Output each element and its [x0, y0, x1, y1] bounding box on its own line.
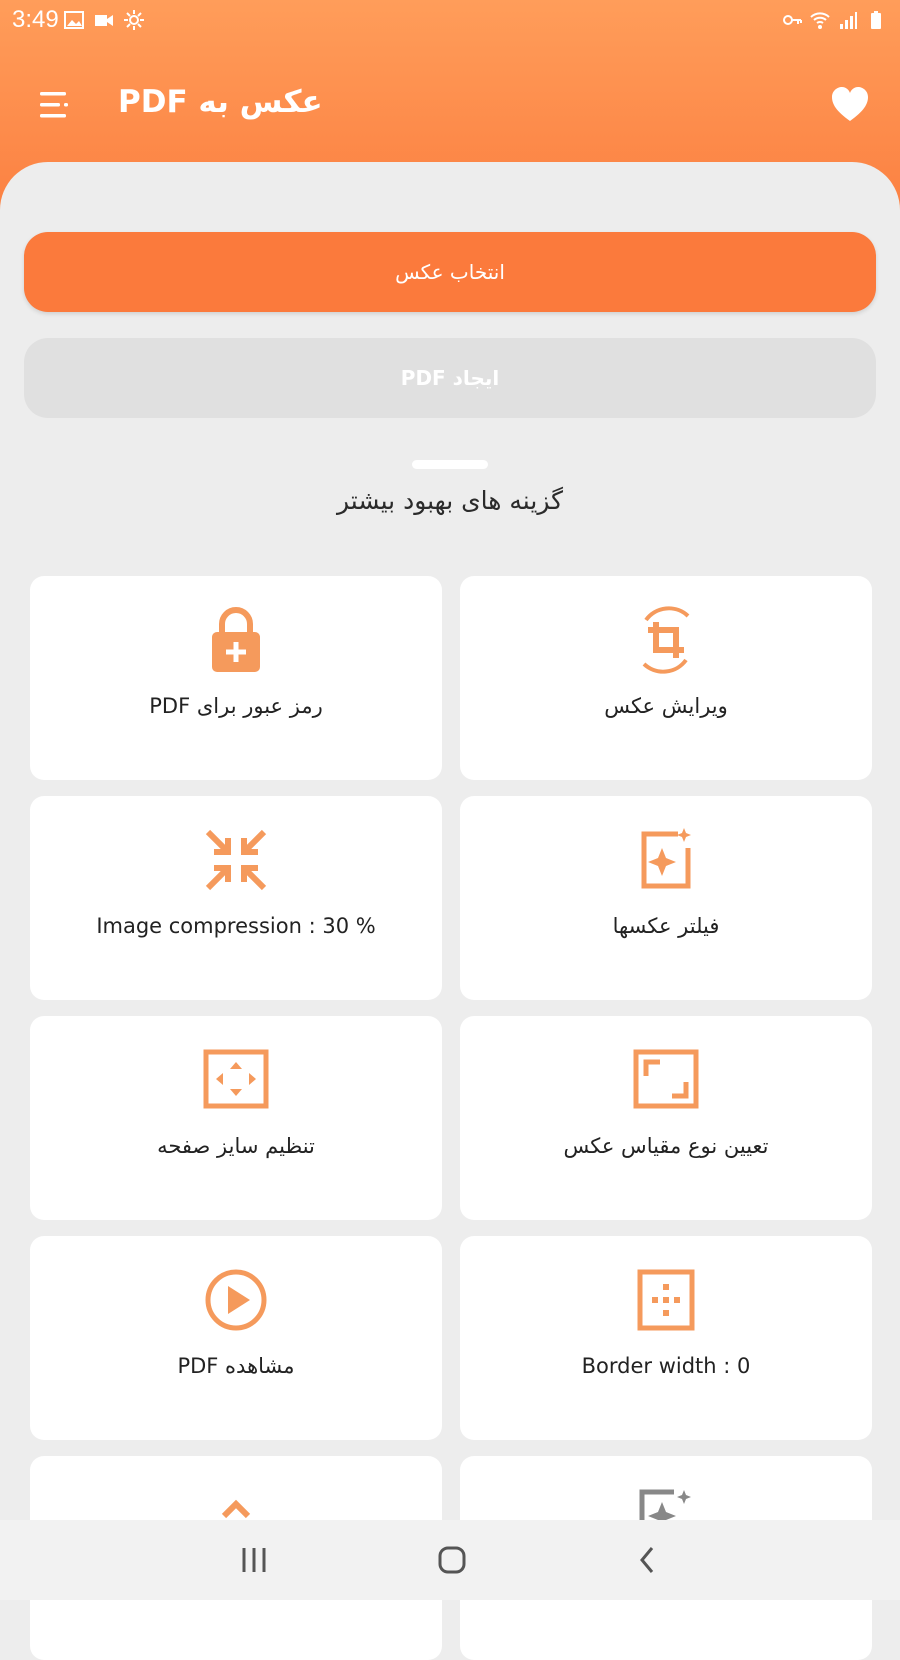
home-icon[interactable] [430, 1538, 474, 1582]
app-toolbar: عکس به PDF [0, 70, 900, 140]
back-icon[interactable] [626, 1538, 670, 1582]
heart-icon [832, 87, 868, 121]
play-circle-icon [205, 1269, 267, 1331]
compress-arrows-icon [205, 829, 267, 891]
drag-handle[interactable] [412, 460, 488, 469]
menu-button[interactable] [36, 88, 76, 122]
password-pdf-card[interactable]: رمز عبور برای PDF [30, 576, 442, 780]
menu-icon [40, 92, 68, 118]
app-title: عکس به PDF [118, 84, 323, 120]
system-nav-bar [0, 1520, 900, 1600]
select-photo-button[interactable]: انتخاب عکس [24, 232, 876, 312]
photo-scale-card[interactable]: تعیین نوع مقیاس عکس [460, 1016, 872, 1220]
crop-rotate-icon [642, 606, 690, 674]
status-time: 3:49 [12, 6, 59, 33]
image-compression-card[interactable]: Image compression : 30 % [30, 796, 442, 1000]
edit-photo-label: ویرایش عکس [604, 694, 728, 718]
edit-photo-card[interactable]: ویرایش عکس [460, 576, 872, 780]
status-bar: 3:49 [0, 0, 900, 40]
view-pdf-card[interactable]: مشاهده PDF [30, 1236, 442, 1440]
gallery-icon [64, 11, 84, 29]
section-title: گزینه های بهبود بیشتر [336, 486, 564, 515]
battery-icon [871, 11, 881, 29]
favorite-button[interactable] [830, 86, 870, 124]
photo-filter-card[interactable]: فیلتر عکسها [460, 796, 872, 1000]
lock-plus-icon [212, 607, 260, 672]
settings-sun-icon [124, 10, 144, 30]
border-width-label: Border width : 0 [581, 1354, 751, 1378]
image-sparkle-icon [641, 828, 691, 889]
signal-icon [840, 12, 857, 29]
password-pdf-label: رمز عبور برای PDF [149, 694, 323, 718]
wifi-icon [810, 12, 830, 29]
image-compression-label: Image compression : 30 % [96, 914, 376, 938]
photo-filter-label: فیلتر عکسها [612, 914, 720, 938]
recents-icon[interactable] [232, 1538, 276, 1582]
video-icon [95, 15, 113, 26]
page-size-label: تنظیم سایز صفحه [157, 1134, 315, 1158]
aspect-ratio-icon [633, 1049, 699, 1109]
page-size-card[interactable]: تنظیم سایز صفحه [30, 1016, 442, 1220]
page-size-icon [203, 1049, 269, 1109]
border-grid-icon [637, 1269, 695, 1331]
photo-scale-label: تعیین نوع مقیاس عکس [563, 1134, 769, 1158]
view-pdf-label: مشاهده PDF [177, 1354, 295, 1378]
border-width-card[interactable]: Border width : 0 [460, 1236, 872, 1440]
create-pdf-button[interactable]: ایجاد PDF [24, 338, 876, 418]
vpn-key-icon [783, 15, 802, 25]
